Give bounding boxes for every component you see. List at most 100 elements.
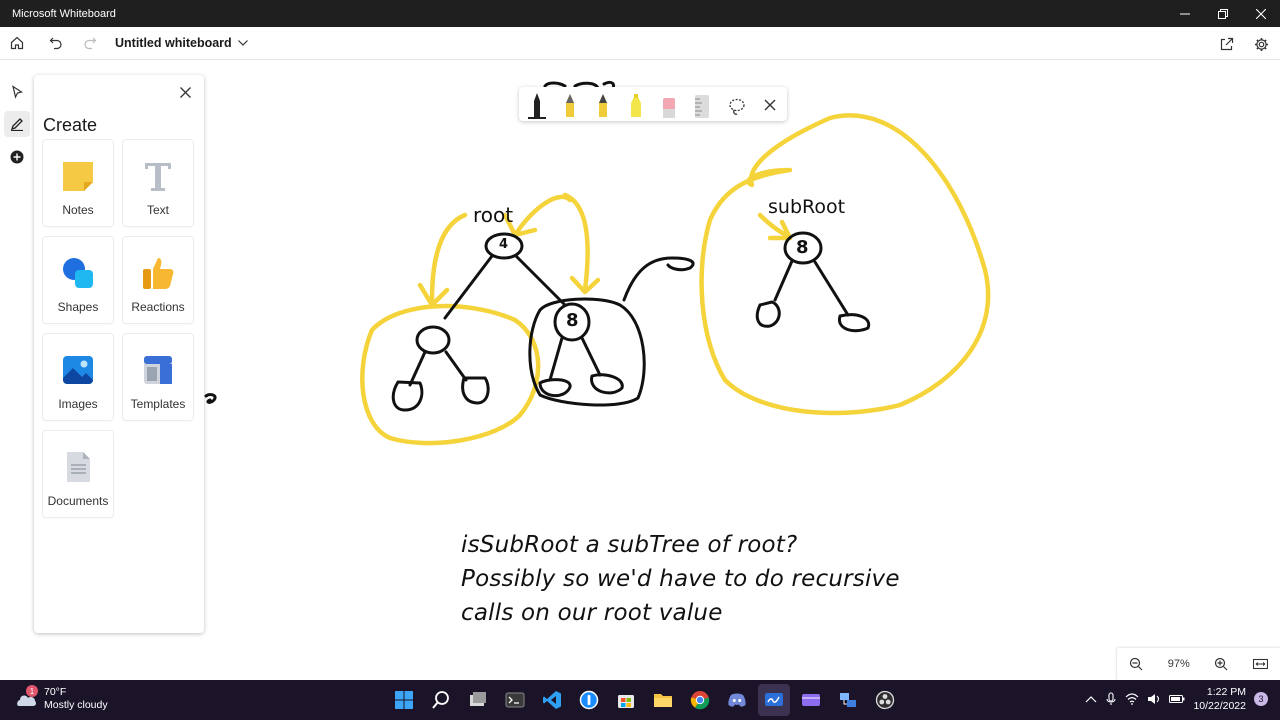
clipchamp-button[interactable] — [795, 684, 827, 716]
left-rail — [0, 75, 34, 633]
zoom-level: 97% — [1167, 658, 1190, 670]
tile-label: Text — [146, 203, 169, 217]
tile-shapes[interactable]: Shapes — [43, 237, 113, 323]
shapes-icon — [63, 258, 93, 288]
settings-button[interactable] — [1246, 29, 1276, 59]
panel-heading: Create — [43, 115, 98, 135]
ink-label-root: root — [473, 203, 514, 227]
weather-badge: 1 — [26, 685, 38, 697]
network-app-button[interactable] — [832, 684, 864, 716]
weather-widget[interactable]: 1 70°F Mostly cloudy — [14, 685, 108, 712]
chevron-down-icon — [237, 40, 248, 46]
tile-label: Shapes — [57, 300, 99, 314]
close-panel-button[interactable] — [174, 81, 196, 103]
home-icon — [10, 36, 24, 50]
plus-circle-icon — [10, 150, 24, 164]
tile-notes[interactable]: Notes — [43, 140, 113, 226]
tile-label: Reactions — [131, 300, 185, 314]
tile-label: Documents — [47, 494, 109, 508]
cursor-icon — [12, 85, 23, 99]
image-icon — [63, 356, 93, 384]
sticky-note-icon — [63, 162, 93, 191]
thumbs-up-icon — [143, 258, 174, 289]
minimize-button[interactable] — [1166, 0, 1204, 27]
share-button[interactable] — [1212, 29, 1242, 59]
whiteboard-app-button[interactable] — [758, 684, 790, 716]
obs-button[interactable] — [869, 684, 901, 716]
tile-documents[interactable]: Documents — [43, 431, 113, 517]
ruler-button[interactable] — [690, 91, 714, 119]
zoom-out-icon[interactable] — [1129, 657, 1143, 671]
obs-icon — [875, 690, 895, 710]
pen-yellow-2-button[interactable] — [591, 91, 615, 119]
note-line: Possibly so we'd have to do recursive — [461, 566, 900, 592]
window-title: Microsoft Whiteboard — [12, 7, 116, 20]
document-icon — [67, 452, 90, 482]
close-toolbar-icon[interactable] — [758, 91, 782, 119]
vscode-icon — [543, 691, 561, 709]
select-tool-button[interactable] — [4, 79, 30, 105]
battery-icon[interactable] — [1169, 694, 1185, 704]
clock[interactable]: 1:22 PM 10/22/2022 — [1193, 685, 1246, 713]
search-icon — [432, 691, 449, 709]
close-window-button[interactable] — [1242, 0, 1280, 27]
pen-yellow-button[interactable] — [558, 91, 582, 119]
undo-button[interactable] — [41, 28, 71, 58]
add-content-button[interactable] — [4, 144, 30, 170]
terminal-button[interactable] — [499, 684, 531, 716]
discord-button[interactable] — [721, 684, 753, 716]
vscode-button[interactable] — [536, 684, 568, 716]
tile-images[interactable]: Images — [43, 334, 113, 420]
volume-icon[interactable] — [1147, 693, 1161, 705]
gear-icon — [1254, 37, 1268, 51]
title-bar: Microsoft Whiteboard — [0, 0, 1280, 27]
zoom-in-icon[interactable] — [1214, 657, 1228, 671]
onepassword-icon — [579, 690, 599, 710]
templates-icon — [144, 356, 172, 384]
weather-temp: 70°F — [44, 686, 67, 698]
inking-toolbar — [519, 87, 787, 121]
tile-label: Templates — [130, 397, 186, 411]
store-button[interactable] — [610, 684, 642, 716]
file-explorer-button[interactable] — [647, 684, 679, 716]
microphone-icon[interactable] — [1105, 692, 1117, 706]
undo-icon — [49, 37, 62, 50]
ink-node-right-value: 8 — [566, 310, 579, 331]
ink-label-subroot: subRoot — [768, 196, 846, 218]
pen-black-button[interactable] — [525, 91, 549, 119]
highlighter-button[interactable] — [624, 91, 648, 119]
ink-node-root-value: 4 — [499, 237, 509, 252]
eraser-button[interactable] — [657, 91, 681, 119]
restore-icon — [1218, 8, 1228, 19]
pen-icon — [10, 118, 23, 131]
inking-tool-button[interactable] — [4, 111, 30, 137]
discord-icon — [728, 693, 746, 707]
task-view-button[interactable] — [462, 684, 494, 716]
clock-time: 1:22 PM — [1206, 686, 1246, 698]
notification-badge[interactable]: 3 — [1254, 692, 1268, 706]
fit-to-screen-icon[interactable] — [1252, 658, 1268, 670]
tile-reactions[interactable]: Reactions — [123, 237, 193, 323]
whiteboard-icon — [765, 693, 783, 706]
start-button[interactable] — [388, 684, 420, 716]
chevron-up-icon[interactable] — [1085, 694, 1097, 704]
windows-icon — [395, 691, 413, 709]
chrome-button[interactable] — [684, 684, 716, 716]
lasso-icon[interactable] — [725, 91, 749, 119]
store-icon — [618, 695, 634, 708]
tile-label: Images — [58, 397, 98, 411]
redo-icon — [84, 37, 97, 50]
wifi-icon[interactable] — [1125, 693, 1139, 705]
note-line: isSubRoot a subTree of root? — [461, 532, 798, 558]
redo-button[interactable] — [75, 28, 105, 58]
chrome-icon — [690, 691, 710, 710]
home-button[interactable] — [2, 28, 32, 58]
search-button[interactable] — [425, 684, 457, 716]
tile-templates[interactable]: Templates — [123, 334, 193, 420]
zoom-control: 97% — [1117, 648, 1280, 680]
share-icon — [1220, 37, 1234, 51]
restore-button[interactable] — [1204, 0, 1242, 27]
whiteboard-name-dropdown[interactable]: Untitled whiteboard — [115, 36, 248, 50]
tile-text[interactable]: Text — [123, 140, 193, 226]
onepassword-button[interactable] — [573, 684, 605, 716]
